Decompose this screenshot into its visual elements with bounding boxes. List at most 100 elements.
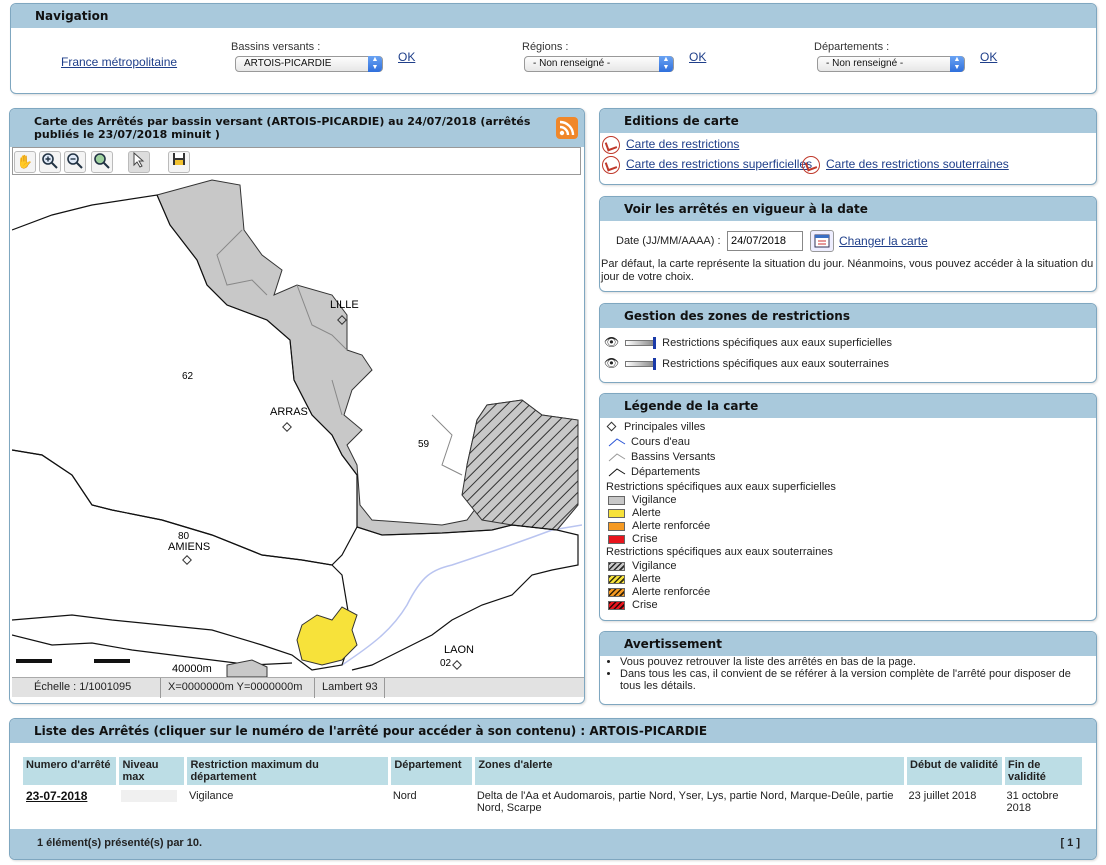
warning-item: Dans tous les cas, il convient de se réf… [620, 668, 1094, 692]
scale-readout: Échelle : 1/1001095 [34, 681, 132, 693]
date-panel: Voir les arrêtés en vigueur à la date Da… [599, 196, 1097, 292]
arrete-number-link[interactable]: 23-07-2018 [26, 789, 87, 803]
legend-cours: Cours d'eau [608, 436, 690, 448]
dept-label-59: 59 [418, 439, 430, 450]
carte-restrictions-souterraines-link[interactable]: Carte des restrictions souterraines [826, 157, 1009, 171]
bassins-select-value: ARTOIS-PICARDIE [244, 58, 332, 69]
dept-label-02: 02 [440, 658, 452, 669]
date-info-text: Par défaut, la carte représente la situa… [601, 258, 1094, 283]
carte-restrictions-link[interactable]: Carte des restrictions [626, 137, 739, 151]
arretes-table: Numero d'arrêté Niveau max Restriction m… [23, 757, 1086, 819]
legend-sout-alerte-renf: Alerte renforcée [608, 586, 710, 598]
map-panel: Carte des Arrêtés par bassin versant (AR… [9, 108, 585, 704]
zones-panel: Gestion des zones de restrictions 👁 Rest… [599, 303, 1097, 383]
legend-sout-crise: Crise [608, 599, 658, 611]
editions-title: Editions de carte [600, 109, 1096, 133]
zoom-out-icon[interactable] [64, 151, 86, 173]
zone-sup-row: 👁 Restrictions spécifiques aux eaux supe… [604, 335, 893, 350]
city-label-arras: ARRAS [270, 406, 308, 418]
col-header-dept: Département [389, 757, 476, 785]
niveau-max-swatch [120, 790, 177, 802]
col-header-restr: Restriction maximum du département [185, 757, 392, 785]
col-header-fin: Fin de validité [1003, 757, 1086, 785]
cell-restr: Vigilance [188, 790, 234, 802]
chevron-updown-icon: ▲ ▼ [659, 56, 673, 72]
zone-sout-row: 👁 Restrictions spécifiques aux eaux sout… [604, 356, 889, 371]
zone-sout-label: Restrictions spécifiques aux eaux souter… [662, 358, 889, 370]
chevron-updown-icon: ▲ ▼ [950, 56, 964, 72]
cell-debut: 23 juillet 2018 [908, 790, 977, 802]
col-header-num: Numero d'arrêté [23, 757, 120, 785]
departements-select-value: - Non renseigné - [826, 58, 904, 69]
pan-hand-icon[interactable]: ✋ [14, 151, 36, 173]
opacity-slider[interactable] [625, 337, 657, 350]
cell-zones: Delta de l'Aa et Audomarois, partie Nord… [476, 790, 894, 814]
zoom-extent-icon[interactable] [91, 151, 113, 173]
changer-la-carte-link[interactable]: Changer la carte [839, 234, 928, 248]
save-floppy-icon[interactable] [168, 151, 190, 173]
date-input[interactable] [727, 231, 803, 251]
cell-dept: Nord [392, 790, 417, 802]
bassins-select[interactable]: ARTOIS-PICARDIE ▲ ▼ [235, 56, 383, 72]
rss-icon[interactable] [556, 117, 578, 139]
dept-label-80: 80 [178, 531, 190, 542]
calendar-icon[interactable] [810, 230, 834, 252]
legend-sup-crise: Crise [608, 533, 658, 545]
col-header-niveau: Niveau max [117, 757, 188, 785]
regions-ok-link[interactable]: OK [689, 50, 706, 64]
projection-readout: Lambert 93 [322, 681, 378, 693]
col-header-zones: Zones d'alerte [473, 757, 908, 785]
legend-title: Légende de la carte [600, 394, 1096, 418]
cell-fin: 31 octobre 2018 [1006, 790, 1059, 814]
legend-sup-alerte-renf: Alerte renforcée [608, 520, 710, 532]
bassins-ok-link[interactable]: OK [398, 50, 415, 64]
legend-sout-alerte: Alerte [608, 573, 661, 585]
navigation-title: Navigation [11, 4, 1096, 28]
diamond-icon [606, 421, 617, 432]
list-footer: 1 élément(s) présenté(s) par 10. [ 1 ] [10, 829, 1096, 859]
legend-depts: Départements [608, 466, 700, 478]
pdf-icon [602, 156, 620, 174]
pagination-pages[interactable]: [ 1 ] [1060, 837, 1080, 849]
legend-sup-vigilance: Vigilance [608, 494, 676, 506]
souterraine-vigilance-zone [461, 399, 579, 531]
coords-readout: X=0000000m Y=0000000m [168, 681, 303, 693]
date-label: Date (JJ/MM/AAAA) : [616, 235, 721, 247]
arretes-list-panel: Liste des Arrêtés (cliquer sur le numéro… [9, 718, 1097, 860]
warning-item: Vous pouvez retrouver la liste des arrêt… [620, 656, 1094, 668]
departements-select[interactable]: - Non renseigné - ▲ ▼ [817, 56, 965, 72]
dept-label-62: 62 [182, 371, 194, 382]
bassins-label: Bassins versants : [231, 41, 321, 53]
legend-sup-alerte: Alerte [608, 507, 661, 519]
col-header-debut: Début de validité [905, 757, 1005, 785]
france-metropolitaine-link[interactable]: France métropolitaine [61, 55, 177, 69]
chevron-updown-icon: ▲ ▼ [368, 56, 382, 72]
departements-label: Départements : [814, 41, 890, 53]
table-row: 23-07-2018 Vigilance Nord Delta de l'Aa … [23, 785, 1084, 819]
pagination-count: 1 élément(s) présenté(s) par 10. [37, 837, 203, 849]
list-title: Liste des Arrêtés (cliquer sur le numéro… [10, 719, 1096, 743]
legend-sup-title: Restrictions spécifiques aux eaux superf… [606, 481, 836, 493]
map-title: Carte des Arrêtés par bassin versant (AR… [10, 109, 584, 147]
legend-sout-vigilance: Vigilance [608, 560, 676, 572]
pdf-icon [802, 156, 820, 174]
warning-panel: Avertissement Vous pouvez retrouver la l… [599, 631, 1097, 705]
date-panel-title: Voir les arrêtés en vigueur à la date [600, 197, 1096, 221]
eye-icon[interactable]: 👁 [604, 356, 622, 370]
zone-sup-label: Restrictions spécifiques aux eaux superf… [662, 337, 893, 349]
zoom-in-icon[interactable] [39, 151, 61, 173]
regions-select[interactable]: - Non renseigné - ▲ ▼ [524, 56, 674, 72]
pdf-icon [602, 136, 620, 154]
zones-title: Gestion des zones de restrictions [600, 304, 1096, 328]
regions-select-value: - Non renseigné - [533, 58, 611, 69]
eye-icon[interactable]: 👁 [604, 335, 622, 349]
opacity-slider[interactable] [625, 358, 657, 371]
legend-sout-title: Restrictions spécifiques aux eaux souter… [606, 546, 833, 558]
map-status-bar: Échelle : 1/1001095 X=0000000m Y=0000000… [12, 677, 584, 698]
carte-restrictions-superficielles-link[interactable]: Carte des restrictions superficielles [626, 157, 812, 171]
city-label-amiens: AMIENS [168, 541, 210, 553]
select-arrow-icon[interactable] [128, 151, 150, 173]
restrictions-map[interactable]: LILLE ARRAS AMIENS LAON 62 59 80 02 4000… [12, 175, 582, 677]
legend-villes: Principales villes [606, 421, 705, 433]
departements-ok-link[interactable]: OK [980, 50, 997, 64]
